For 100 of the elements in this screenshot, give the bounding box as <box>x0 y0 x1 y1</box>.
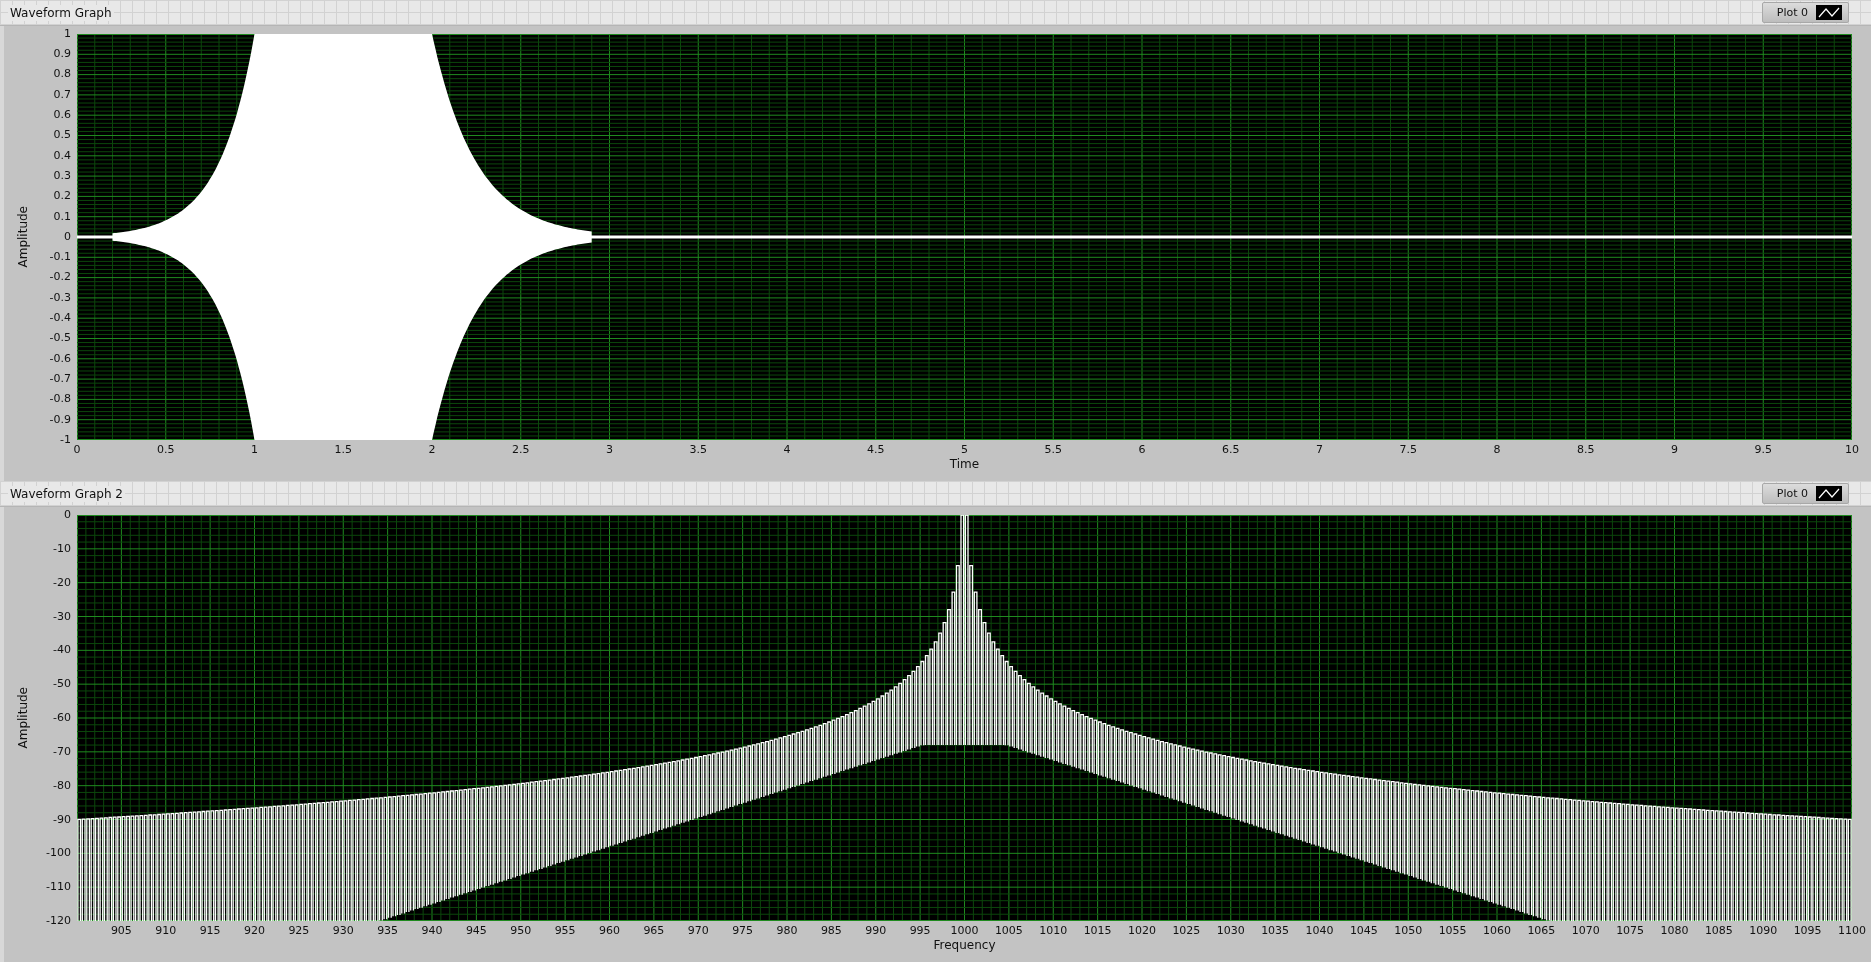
y-tick-label: 0.9 <box>52 46 72 63</box>
x-tick-label: 1085 <box>1703 924 1734 937</box>
x-tick-label: 935 <box>376 924 400 937</box>
x-tick-label: 1.5 <box>333 443 353 456</box>
x-tick-label: 1000 <box>949 924 980 937</box>
y-tick-label: -100 <box>45 845 72 862</box>
graph-title: Waveform Graph 2 <box>8 485 125 502</box>
x-tick-label: 920 <box>243 924 266 937</box>
y-tick-label: -70 <box>52 743 72 760</box>
x-tick-label: 3 <box>605 443 614 456</box>
x-tick-label: 995 <box>908 924 932 937</box>
x-tick-label: 1015 <box>1082 924 1113 937</box>
line-style-icon <box>1816 486 1842 501</box>
x-tick-label: 4 <box>782 443 792 456</box>
y-tick-label: 0 <box>63 507 72 524</box>
y-tick-label: -40 <box>52 642 72 659</box>
x-tick-label: 6 <box>1137 443 1147 456</box>
y-tick-label: 0.6 <box>52 107 72 124</box>
y-tick-label: -0.2 <box>48 269 72 286</box>
y-axis-title: Amplitude <box>16 687 30 749</box>
y-tick-label: 0 <box>63 228 72 245</box>
x-tick-label: 1100 <box>1837 924 1867 937</box>
y-tick-label: 0.5 <box>52 127 72 144</box>
x-tick-label: 6.5 <box>1221 443 1241 456</box>
plot-legend[interactable]: Plot 0 <box>1761 2 1849 23</box>
x-tick-label: 950 <box>509 924 533 937</box>
plot-legend[interactable]: Plot 0 <box>1761 483 1849 504</box>
x-axis-title: Time <box>949 457 980 471</box>
x-tick-label: 970 <box>686 924 710 937</box>
x-tick-label: 1010 <box>1038 924 1069 937</box>
x-tick-label: 9 <box>1670 443 1679 456</box>
y-tick-label: 1 <box>63 25 72 42</box>
x-tick-label: 1060 <box>1482 924 1512 937</box>
y-tick-label: -1 <box>59 431 72 448</box>
x-tick-label: 8 <box>1492 443 1502 456</box>
y-tick-label: -20 <box>52 574 72 591</box>
y-tick-label: -90 <box>52 811 72 828</box>
x-tick-label: 1040 <box>1304 924 1335 937</box>
y-tick-label: -0.3 <box>48 289 72 306</box>
y-tick-label: -0.4 <box>48 310 72 326</box>
x-tick-label: 1025 <box>1171 924 1202 937</box>
x-tick-label: 980 <box>775 924 799 937</box>
x-tick-label: 7 <box>1315 443 1324 456</box>
x-tick-label: 1020 <box>1127 924 1157 937</box>
x-tick-label: 945 <box>464 924 488 937</box>
x-tick-label: 4.5 <box>866 443 886 456</box>
y-tick-label: -0.1 <box>48 249 72 266</box>
y-tick-label: -10 <box>52 540 72 557</box>
y-tick-label: -50 <box>52 676 72 693</box>
x-tick-label: 0.5 <box>156 443 176 456</box>
y-tick-label: -60 <box>52 710 72 727</box>
x-tick-label: 990 <box>864 924 888 937</box>
x-tick-label: 1005 <box>993 924 1024 937</box>
x-tick-label: 985 <box>819 924 843 937</box>
x-tick-label: 910 <box>154 924 178 937</box>
x-tick-label: 925 <box>287 924 311 937</box>
y-tick-label: -80 <box>52 777 72 794</box>
graph-title: Waveform Graph <box>8 4 114 21</box>
line-style-icon <box>1816 5 1842 20</box>
x-tick-label: 965 <box>642 924 666 937</box>
x-tick-label: 1 <box>250 443 259 456</box>
x-tick-label: 1030 <box>1215 924 1246 937</box>
x-tick-label: 10 <box>1844 443 1860 456</box>
x-tick-label: 1080 <box>1659 924 1690 937</box>
x-tick-label: 905 <box>109 924 133 937</box>
x-tick-label: 0 <box>72 443 82 456</box>
x-tick-label: 1090 <box>1748 924 1779 937</box>
x-tick-label: 940 <box>420 924 444 937</box>
y-tick-label: -0.7 <box>48 370 72 387</box>
x-tick-label: 1075 <box>1615 924 1646 937</box>
x-tick-label: 930 <box>331 924 355 937</box>
y-tick-label: 0.7 <box>52 86 72 103</box>
x-tick-label: 2 <box>427 443 437 456</box>
x-tick-label: 960 <box>598 924 621 937</box>
x-tick-label: 1050 <box>1393 924 1424 937</box>
y-tick-label: 0.4 <box>52 147 72 164</box>
x-tick-label: 1035 <box>1260 924 1291 937</box>
x-tick-label: 5.5 <box>1043 443 1063 456</box>
x-tick-label: 1045 <box>1348 924 1379 937</box>
y-tick-label: -0.6 <box>48 350 72 367</box>
x-tick-label: 5 <box>960 443 969 456</box>
y-tick-label: -0.5 <box>48 330 72 347</box>
x-tick-label: 975 <box>731 924 755 937</box>
y-tick-label: 0.8 <box>52 66 72 83</box>
x-tick-label: 1065 <box>1526 924 1557 937</box>
x-axis-title: Frequency <box>933 938 996 952</box>
y-tick-label: -0.8 <box>48 391 72 408</box>
x-tick-label: 7.5 <box>1398 443 1418 456</box>
y-tick-label: -30 <box>52 608 72 625</box>
y-tick-label: -0.9 <box>48 411 72 428</box>
x-tick-label: 1055 <box>1437 924 1468 937</box>
x-tick-label: 915 <box>198 924 222 937</box>
y-tick-label: 0.1 <box>52 208 72 225</box>
x-tick-label: 955 <box>553 924 577 937</box>
x-tick-label: 8.5 <box>1576 443 1596 456</box>
x-tick-label: 9.5 <box>1753 443 1773 456</box>
y-axis-title: Amplitude <box>16 206 30 268</box>
y-tick-label: -110 <box>45 879 72 896</box>
x-tick-label: 1070 <box>1570 924 1601 937</box>
x-tick-label: 1095 <box>1792 924 1823 937</box>
